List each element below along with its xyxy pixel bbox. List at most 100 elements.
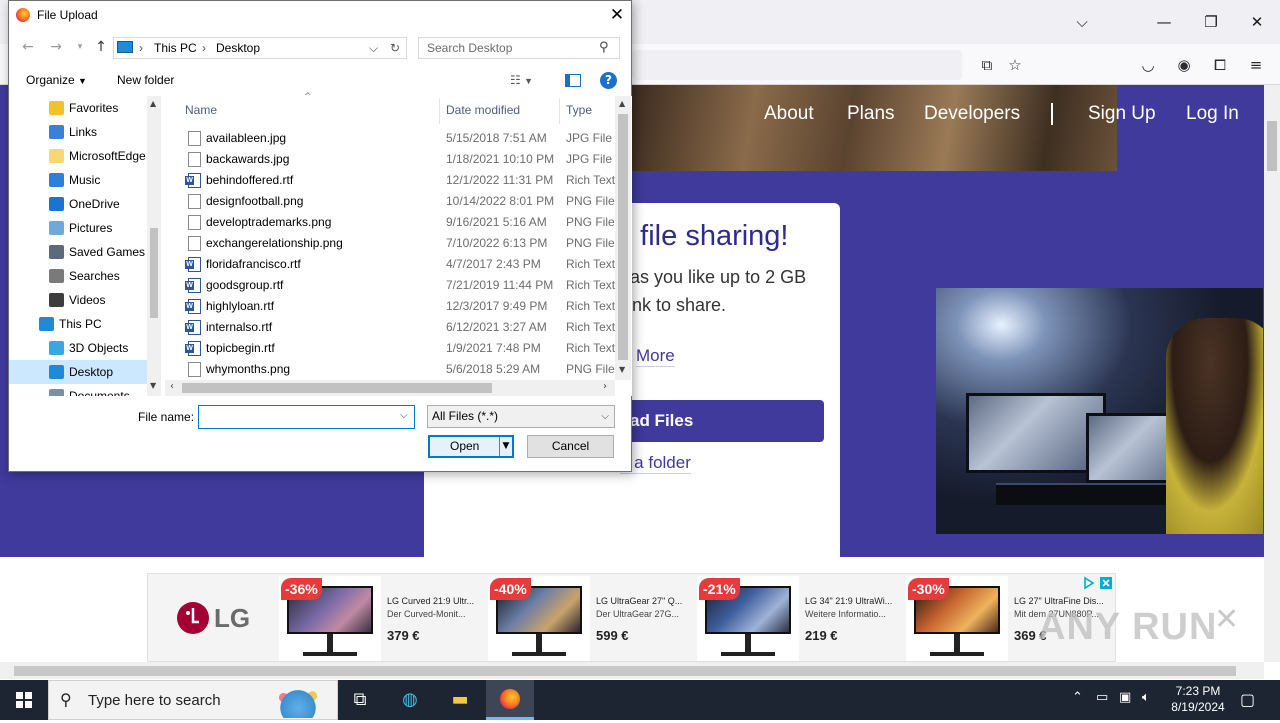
tree-item-videos[interactable]: Videos — [9, 288, 149, 312]
file-row[interactable]: internalso.rtf 6/12/2021 3:27 AM Rich Text — [165, 317, 615, 338]
column-header-date[interactable]: Date modified — [446, 103, 520, 117]
tree-item-searches[interactable]: Searches — [9, 264, 149, 288]
notifications-icon[interactable]: ▢ — [1240, 690, 1255, 709]
file-name-dropdown-chevron-icon[interactable]: ⌵ — [400, 410, 408, 421]
file-list-vertical-scroll-thumb[interactable] — [618, 114, 628, 360]
column-header-type[interactable]: Type — [566, 103, 592, 117]
list-scroll-down-icon[interactable]: ▼ — [619, 365, 625, 374]
edge-icon[interactable]: ◍ — [386, 680, 434, 720]
navigation-pane-scroll-thumb[interactable] — [150, 228, 158, 318]
file-name-input[interactable] — [198, 405, 415, 429]
bookmark-star-icon[interactable]: ☆ — [1004, 54, 1026, 76]
tree-item-desktop[interactable]: Desktop — [9, 360, 149, 384]
back-arrow-icon[interactable]: ← — [19, 38, 37, 56]
learn-more-link[interactable]: More — [636, 346, 675, 367]
up-arrow-icon[interactable]: ↑ — [92, 38, 110, 56]
organize-button[interactable]: Organize ▼ — [26, 73, 87, 87]
tree-item-documents[interactable]: Documents — [9, 384, 149, 396]
new-folder-button[interactable]: New folder — [117, 73, 174, 87]
lg-advertisement[interactable]: LG -36% LG Curved 21:9 Ultr... Der Curve… — [147, 573, 1116, 662]
file-row[interactable]: whymonths.png 5/6/2018 5:29 AM PNG File — [165, 359, 615, 380]
file-row[interactable]: floridafrancisco.rtf 4/7/2017 2:43 PM Rich… — [165, 254, 615, 275]
tree-item-favorites[interactable]: Favorites — [9, 96, 149, 120]
breadcrumb-desktop[interactable]: Desktop — [216, 41, 260, 55]
account-icon[interactable]: ◉ — [1173, 54, 1195, 76]
column-header-name[interactable]: Name — [185, 103, 217, 117]
tree-item-label: 3D Objects — [69, 341, 129, 355]
tree-scroll-down-icon[interactable]: ▼ — [150, 381, 156, 390]
picture-in-picture-icon[interactable]: ⧉ — [976, 54, 998, 76]
column-separator[interactable] — [559, 98, 560, 124]
firefox-taskbar-button[interactable] — [486, 680, 534, 720]
nav-about-link[interactable]: About — [764, 102, 814, 126]
menu-icon[interactable]: ≡ — [1245, 54, 1267, 76]
tree-item-microsoftedge[interactable]: MicrosoftEdge — [9, 144, 149, 168]
file-row[interactable]: developtrademarks.png 9/16/2021 5:16 AM PN… — [165, 212, 615, 233]
window-close-button[interactable]: ✕ — [1243, 8, 1271, 36]
view-options-icon[interactable]: ☷ ▼ — [510, 73, 533, 87]
page-vertical-scrollbar[interactable] — [1264, 85, 1280, 662]
list-scroll-up-icon[interactable]: ▲ — [619, 99, 625, 108]
file-row[interactable]: topicbegin.rtf 1/9/2021 7:48 PM Rich Text — [165, 338, 615, 359]
tree-item-this-pc[interactable]: This PC — [9, 312, 149, 336]
show-hidden-icons-icon[interactable]: ⌃ — [1072, 690, 1083, 705]
file-row[interactable]: designfootball.png 10/14/2022 8:01 PM PNG … — [165, 191, 615, 212]
extensions-icon[interactable]: ⧠ — [1209, 54, 1231, 76]
page-vertical-scroll-thumb[interactable] — [1267, 121, 1277, 171]
file-row[interactable]: exchangerelationship.png 7/10/2022 6:13 P… — [165, 233, 615, 254]
volume-icon[interactable]: 🔈︎ — [1142, 690, 1150, 705]
upload-files-button[interactable]: ad Files — [608, 400, 824, 442]
network-icon[interactable]: ▣ — [1119, 690, 1131, 705]
tree-item-onedrive[interactable]: OneDrive — [9, 192, 149, 216]
tree-item-3d-objects[interactable]: 3D Objects — [9, 336, 149, 360]
refresh-icon[interactable]: ↻ — [390, 41, 400, 55]
file-row[interactable]: availableen.jpg 5/15/2018 7:51 AM JPG File — [165, 128, 615, 149]
nav-signup-link[interactable]: Sign Up — [1088, 102, 1156, 126]
file-explorer-icon[interactable]: ▬ — [436, 680, 484, 720]
ad-product-1[interactable]: -36% LG Curved 21:9 Ultr... Der Curved-M… — [279, 576, 484, 661]
address-history-chevron-icon[interactable]: ⌵ — [369, 41, 378, 56]
tab-list-chevron-icon[interactable]: ⌵ — [1068, 8, 1096, 36]
dialog-close-button[interactable]: ✕ — [606, 4, 628, 26]
ad-product-2[interactable]: -40% LG UltraGear 27" Q... Der UltraGear… — [488, 576, 693, 661]
ad-product-3[interactable]: -21% LG 34" 21:9 UltraWi... Weitere Info… — [697, 576, 902, 661]
breadcrumb-this-pc[interactable]: This PC — [154, 41, 197, 55]
tree-item-links[interactable]: Links — [9, 120, 149, 144]
nav-plans-link[interactable]: Plans — [847, 102, 895, 126]
file-row[interactable]: highlyloan.rtf 12/3/2017 9:49 PM Rich Text — [165, 296, 615, 317]
file-row[interactable]: behindoffered.rtf 12/1/2022 11:31 PM Rich … — [165, 170, 615, 191]
lg-logo: LG — [177, 602, 250, 634]
forward-arrow-icon[interactable]: → — [47, 38, 65, 56]
tree-scroll-up-icon[interactable]: ▲ — [150, 99, 156, 108]
list-scroll-right-icon[interactable]: › — [603, 381, 607, 392]
start-button[interactable] — [0, 680, 48, 720]
help-icon[interactable]: ? — [600, 72, 617, 89]
url-bar[interactable] — [632, 50, 962, 80]
file-type-select[interactable]: All Files (*.*) ⌵ — [427, 405, 615, 428]
nav-login-link[interactable]: Log In — [1186, 102, 1239, 126]
adchoices-icon[interactable] — [1082, 576, 1114, 590]
restore-button[interactable]: ❐ — [1197, 8, 1225, 36]
cancel-button[interactable]: Cancel — [527, 435, 614, 458]
tree-item-music[interactable]: Music — [9, 168, 149, 192]
file-row[interactable]: goodsgroup.rtf 7/21/2019 11:44 PM Rich Tex… — [165, 275, 615, 296]
open-options-chevron-icon[interactable]: ▼ — [499, 437, 512, 456]
task-view-icon[interactable]: ⧉ — [336, 680, 384, 720]
ad-close-icon[interactable]: ✕ — [1214, 605, 1240, 635]
file-date: 12/1/2022 11:31 PM — [446, 173, 554, 187]
photo-person — [1166, 318, 1263, 534]
column-separator[interactable] — [439, 98, 440, 124]
taskbar-clock[interactable]: 7:23 PM 8/19/2024 — [1160, 683, 1236, 715]
tree-item-pictures[interactable]: Pictures — [9, 216, 149, 240]
pocket-icon[interactable]: ◡ — [1137, 54, 1159, 76]
minimize-button[interactable]: — — [1150, 8, 1178, 36]
preview-pane-icon[interactable] — [565, 74, 581, 87]
nav-developers-link[interactable]: Developers — [924, 102, 1020, 126]
page-horizontal-scroll-thumb[interactable] — [14, 666, 1236, 676]
recent-locations-chevron-icon[interactable]: ▾ — [71, 38, 89, 56]
battery-icon[interactable]: ▭ — [1096, 690, 1108, 705]
list-scroll-left-icon[interactable]: ‹ — [170, 381, 174, 392]
file-row[interactable]: backawards.jpg 1/18/2021 10:10 PM JPG File — [165, 149, 615, 170]
tree-item-saved-games[interactable]: Saved Games — [9, 240, 149, 264]
file-list-horizontal-scroll-thumb[interactable] — [182, 383, 492, 393]
